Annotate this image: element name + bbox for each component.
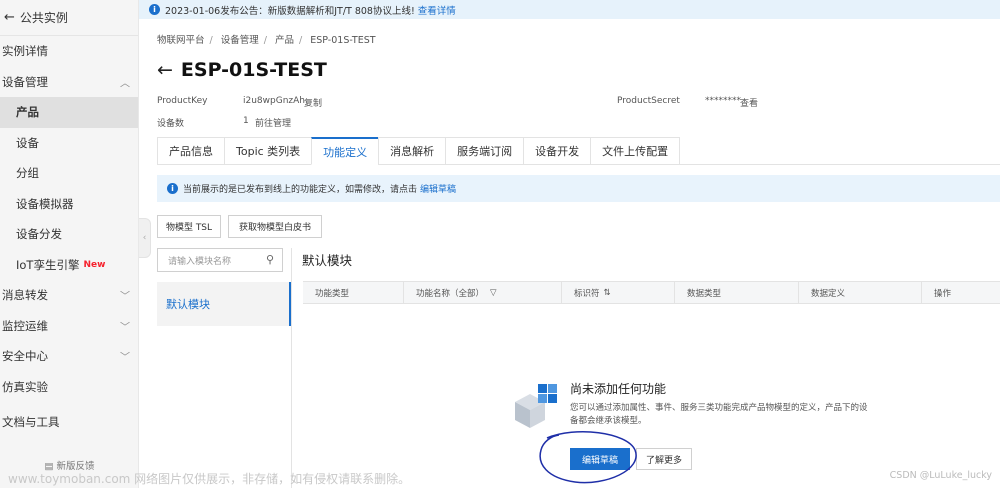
table-header: 功能类型 功能名称（全部） ▽ 标识符 ⇅ 数据类型 数据定义 操作: [303, 281, 1000, 304]
view-secret-link[interactable]: 查看: [740, 96, 758, 109]
column-label: 数据定义: [811, 288, 846, 299]
column-header-data-type: 数据类型: [674, 282, 798, 303]
main-content: 物联网平台 / 设备管理 / 产品 / ESP-01S-TEST ← ESP-01S-…: [139, 19, 1000, 488]
back-arrow-icon: ←: [4, 10, 15, 25]
column-label: 标识符: [574, 288, 600, 299]
new-badge: New: [83, 259, 106, 270]
column-label: 操作: [934, 288, 952, 299]
sidebar-item-product[interactable]: 产品: [0, 97, 138, 128]
sidebar-item-iot-twin[interactable]: IoT孪生引擎 New: [0, 250, 138, 281]
sidebar-item-label: 产品: [16, 105, 39, 120]
sort-icon[interactable]: ⇅: [604, 288, 611, 298]
info-icon: i: [167, 183, 178, 194]
product-secret-value: ********: [705, 96, 741, 106]
column-label: 功能类型: [315, 288, 350, 299]
column-header-name[interactable]: 功能名称（全部） ▽: [403, 282, 561, 303]
edit-draft-link[interactable]: 编辑草稿: [420, 182, 456, 195]
sidebar-item-label: 仿真实验: [2, 379, 48, 394]
column-header-identifier[interactable]: 标识符 ⇅: [561, 282, 674, 303]
search-icon[interactable]: ⚲: [266, 253, 274, 266]
page-title: ESP-01S-TEST: [180, 59, 327, 81]
sidebar-item-device-management[interactable]: 设备管理 ︿: [0, 67, 138, 98]
sidebar-item-label: 设备: [16, 135, 39, 150]
empty-description: 您可以通过添加属性、事件、服务三类功能完成产品物模型的定义，产品下的设备都会继承…: [570, 403, 868, 426]
tab-topic-list[interactable]: Topic 类列表: [224, 137, 312, 165]
breadcrumb-item[interactable]: 物联网平台: [157, 35, 205, 46]
sidebar-item-instance-detail[interactable]: 实例详情: [0, 36, 138, 67]
product-key-label: ProductKey: [157, 96, 208, 106]
sidebar-item-label: 设备管理: [2, 74, 48, 89]
chevron-down-icon: ﹀: [120, 352, 130, 364]
breadcrumb-item[interactable]: 产品: [275, 35, 294, 46]
sidebar-item-label: 安全中心: [2, 349, 48, 364]
empty-cube-icon: [515, 384, 557, 428]
notice-detail-link[interactable]: 查看详情: [418, 3, 456, 17]
back-to-instance[interactable]: ← 公共实例: [0, 0, 138, 36]
sidebar-item-label: 分组: [16, 166, 39, 181]
chevron-down-icon: ﹀: [120, 291, 130, 303]
tab-feature-definition[interactable]: 功能定义: [311, 137, 379, 165]
watermark-credit: CSDN @LuLuke_lucky: [889, 470, 992, 481]
watermark: www.toymoban.com 网络图片仅供展示，非存储，如有侵权请联系删除。: [8, 472, 411, 486]
sidebar-item-docs-tools[interactable]: 文档与工具: [0, 402, 138, 442]
chevron-up-icon: ︿: [120, 78, 130, 90]
chevron-down-icon: ﹀: [120, 322, 130, 334]
tab-server-subscription[interactable]: 服务端订阅: [445, 137, 524, 165]
sidebar-item-simulation[interactable]: 仿真实验: [0, 372, 138, 403]
sidebar-item-monitoring[interactable]: 监控运维 ﹀: [0, 311, 138, 342]
sidebar-item-label: IoT孪生引擎: [16, 257, 80, 272]
back-label: 公共实例: [19, 11, 68, 25]
module-search-input[interactable]: 请输入模块名称 ⚲: [157, 248, 283, 272]
sidebar-item-group[interactable]: 分组: [0, 158, 138, 189]
module-list-item[interactable]: 默认模块: [157, 282, 291, 326]
empty-title: 尚未添加任何功能: [570, 382, 667, 396]
tab-bar: 产品信息 Topic 类列表 功能定义 消息解析 服务端订阅 设备开发 文件上传…: [157, 137, 1000, 165]
sidebar-item-label: 设备模拟器: [16, 196, 74, 211]
tab-device-development[interactable]: 设备开发: [523, 137, 591, 165]
device-count-label: 设备数: [157, 119, 185, 129]
sidebar-item-device-distribution[interactable]: 设备分发: [0, 219, 138, 250]
breadcrumb-current: ESP-01S-TEST: [310, 35, 376, 46]
sidebar-item-label: 文档与工具: [2, 415, 60, 429]
sidebar-item-device-simulator[interactable]: 设备模拟器: [0, 189, 138, 220]
sidebar-item-device[interactable]: 设备: [0, 128, 138, 159]
sidebar-item-security[interactable]: 安全中心 ﹀: [0, 341, 138, 372]
sidebar-item-label: 设备分发: [16, 227, 62, 242]
filter-icon[interactable]: ▽: [490, 288, 497, 298]
column-header-actions: 操作: [921, 282, 1000, 303]
info-text: 当前展示的是已发布到线上的功能定义，如需修改，请点击: [183, 185, 418, 195]
product-key-value: i2u8wpGnzAh: [243, 96, 305, 106]
tsl-button[interactable]: 物模型 TSL: [157, 215, 221, 238]
info-icon: i: [149, 4, 160, 15]
sidebar-item-label: 监控运维: [2, 318, 48, 333]
learn-more-button[interactable]: 了解更多: [636, 448, 692, 470]
module-title: 默认模块: [302, 253, 353, 268]
search-placeholder: 请输入模块名称: [168, 256, 232, 267]
breadcrumb-item[interactable]: 设备管理: [221, 35, 259, 46]
back-arrow-icon[interactable]: ←: [157, 59, 173, 81]
title-row: ← ESP-01S-TEST: [157, 59, 327, 81]
divider: [291, 248, 292, 488]
sidebar-item-message-forwarding[interactable]: 消息转发 ﹀: [0, 280, 138, 311]
column-header-data-definition: 数据定义: [798, 282, 921, 303]
info-banner: i 当前展示的是已发布到线上的功能定义，如需修改，请点击 编辑草稿: [157, 175, 1000, 202]
notice-text: 2023-01-06发布公告：新版数据解析和JT/T 808协议上线!: [165, 5, 415, 17]
notice-bar: i 2023-01-06发布公告：新版数据解析和JT/T 808协议上线! 查看…: [139, 0, 1000, 19]
column-label: 功能名称（全部）: [416, 288, 485, 299]
whitepaper-button[interactable]: 获取物模型白皮书: [228, 215, 322, 238]
tab-message-parsing[interactable]: 消息解析: [378, 137, 446, 165]
sidebar-item-label: 实例详情: [2, 44, 48, 59]
column-label: 数据类型: [687, 288, 722, 299]
sidebar-item-label: 消息转发: [2, 288, 48, 303]
edit-draft-button[interactable]: 编辑草稿: [570, 448, 630, 470]
device-count-value: 1: [243, 116, 249, 126]
copy-link[interactable]: 复制: [304, 96, 322, 109]
tab-product-info[interactable]: 产品信息: [157, 137, 224, 165]
manage-devices-link[interactable]: 前往管理: [255, 116, 291, 129]
column-header-type: 功能类型: [303, 282, 403, 303]
sidebar: ← 公共实例 实例详情 设备管理 ︿ 产品 设备 分组 设备模拟器 设备分发 Io…: [0, 0, 139, 488]
tab-file-upload-config[interactable]: 文件上传配置: [590, 137, 681, 165]
breadcrumb: 物联网平台 / 设备管理 / 产品 / ESP-01S-TEST: [157, 35, 376, 46]
product-secret-label: ProductSecret: [617, 96, 680, 106]
